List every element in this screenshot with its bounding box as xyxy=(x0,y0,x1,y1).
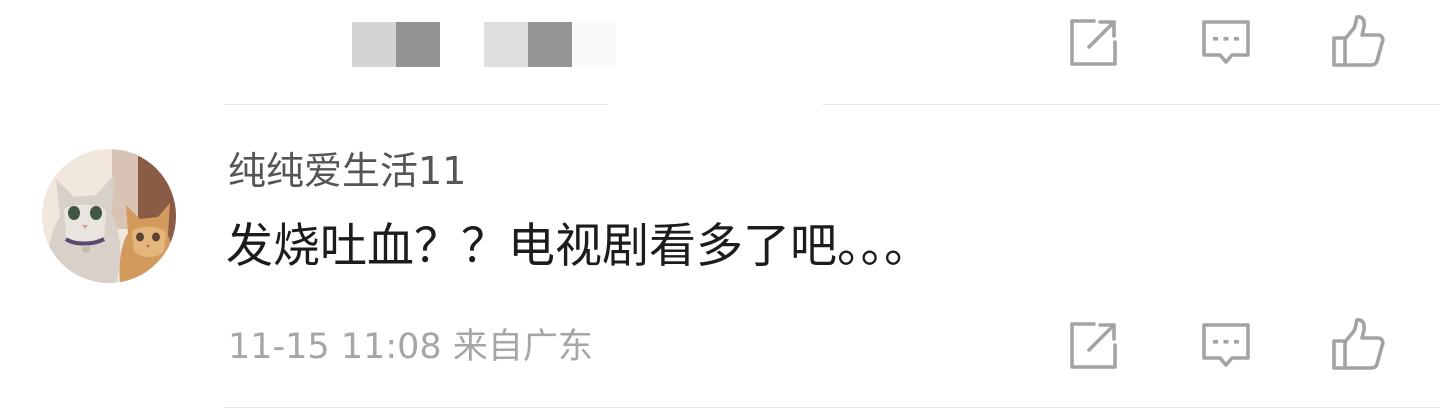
redacted-block xyxy=(572,22,616,67)
divider xyxy=(823,104,1440,105)
comment-button[interactable] xyxy=(1199,319,1253,373)
redacted-block xyxy=(528,22,572,67)
username[interactable]: 纯纯爱生活11 xyxy=(228,146,466,196)
like-button[interactable] xyxy=(1331,317,1385,371)
divider xyxy=(224,104,608,105)
comment-icon xyxy=(1202,323,1250,367)
cat-avatar xyxy=(42,149,176,283)
share-button[interactable] xyxy=(1067,16,1121,70)
thumbs-up-icon xyxy=(1332,318,1385,370)
redacted-block xyxy=(396,22,440,67)
comment-meta: 11-15 11:08 来自广东 xyxy=(228,327,593,367)
share-icon xyxy=(1070,322,1117,369)
comment-button[interactable] xyxy=(1199,16,1253,70)
comment-text: 发烧吐血？？电视剧看多了吧。。。 xyxy=(226,219,931,274)
redacted-block xyxy=(484,22,528,67)
redacted-block xyxy=(352,22,396,67)
share-button[interactable] xyxy=(1067,319,1121,373)
divider xyxy=(224,407,1440,408)
like-button[interactable] xyxy=(1331,14,1385,68)
thumbs-up-icon xyxy=(1332,15,1385,67)
comment-icon xyxy=(1202,20,1250,64)
share-icon xyxy=(1070,19,1117,66)
avatar[interactable] xyxy=(42,149,176,283)
